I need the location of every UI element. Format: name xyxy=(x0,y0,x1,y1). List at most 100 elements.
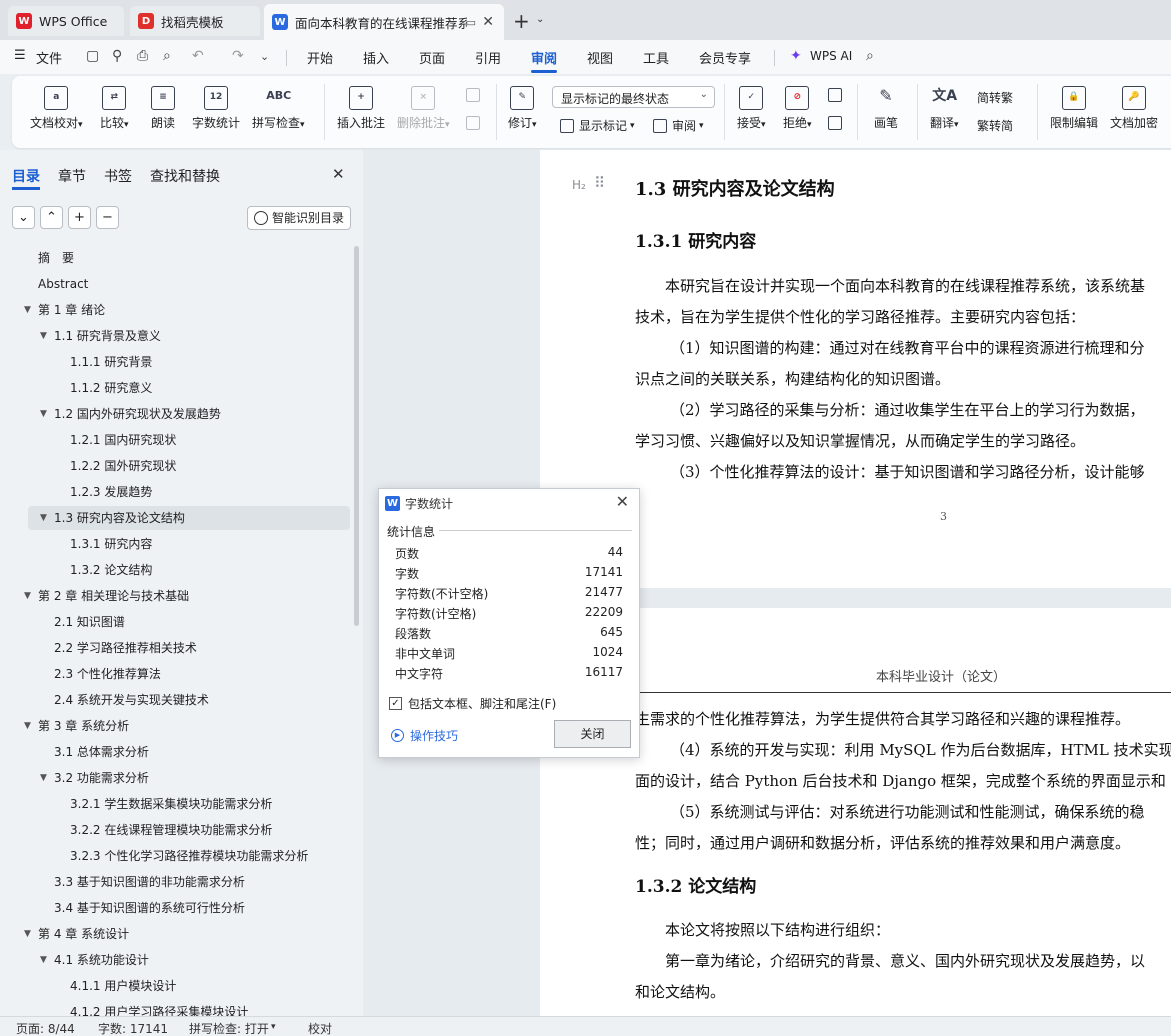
print-preview-icon[interactable]: ⌕ xyxy=(163,48,171,64)
include-textbox-checkbox[interactable]: ✓ 包括文本框、脚注和尾注(F) xyxy=(389,695,556,712)
toc-item[interactable]: 3.4 基于知识图谱的系统可行性分析 xyxy=(0,896,350,920)
expand-arrow-icon[interactable]: ▼ xyxy=(40,402,47,426)
toc-item[interactable]: ▼ 1.2 国内外研究现状及发展趋势 xyxy=(0,402,350,426)
tips-link[interactable]: ▶ 操作技巧 xyxy=(391,727,458,744)
toc-item[interactable]: ▼ 第 4 章 系统设计 xyxy=(0,922,350,946)
menu-home[interactable]: 开始 xyxy=(307,48,333,67)
heading-level-icon[interactable]: H₂ xyxy=(572,178,586,192)
toc-item[interactable]: 2.3 个性化推荐算法 xyxy=(0,662,350,686)
toc-item[interactable]: ▼ 1.1 研究背景及意义 xyxy=(0,324,350,348)
expand-arrow-icon[interactable]: ▼ xyxy=(40,324,47,348)
expand-arrow-icon[interactable]: ▼ xyxy=(40,948,47,972)
restrict-edit-button[interactable]: 🔒 限制编辑 xyxy=(1050,86,1098,131)
expand-arrow-icon[interactable]: ▼ xyxy=(24,298,31,322)
status-page[interactable]: 页面: 8/44 xyxy=(16,1020,75,1036)
compare-button[interactable]: ⇄ 比较▾ xyxy=(100,86,129,131)
toc-item[interactable]: 3.2.1 学生数据采集模块功能需求分析 xyxy=(0,792,350,816)
insert-comment-button[interactable]: + 插入批注 xyxy=(337,86,385,131)
hamburger-icon[interactable]: ☰ xyxy=(14,48,26,63)
toc-item[interactable]: 3.3 基于知识图谱的非功能需求分析 xyxy=(0,870,350,894)
menu-view[interactable]: 视图 xyxy=(587,48,613,67)
track-changes-button[interactable]: ✎ 修订▾ xyxy=(508,86,537,131)
collapse-down-button[interactable]: ⌄ xyxy=(12,206,35,229)
toc-item[interactable]: 1.2.1 国内研究现状 xyxy=(0,428,350,452)
collapse-up-button[interactable]: ⌃ xyxy=(40,206,63,229)
toc-item[interactable]: ▼ 1.3 研究内容及论文结构 xyxy=(28,506,350,530)
prev-change-button[interactable] xyxy=(828,88,847,102)
toc-item[interactable]: ▼ 第 3 章 系统分析 xyxy=(0,714,350,738)
status-word-count[interactable]: 字数: 17141 xyxy=(98,1020,168,1036)
menu-tools[interactable]: 工具 xyxy=(643,48,669,67)
close-button[interactable]: 关闭 xyxy=(554,720,631,748)
toc-item[interactable]: Abstract xyxy=(0,272,350,296)
toc-item[interactable]: 1.1.1 研究背景 xyxy=(0,350,350,374)
close-icon[interactable]: ✕ xyxy=(332,165,345,183)
word-count-button[interactable]: 12 字数统计 xyxy=(192,86,240,131)
display-mode-select[interactable]: 显示标记的最终状态 ⌄ xyxy=(552,86,715,108)
wps-ai-button[interactable]: WPS AI xyxy=(810,49,852,63)
reject-button[interactable]: ⊘ 拒绝▾ xyxy=(783,86,812,131)
print-icon[interactable]: ⎙ xyxy=(137,48,148,64)
new-tab-plus-icon[interactable]: + xyxy=(513,9,530,33)
nav-scrollbar[interactable] xyxy=(354,246,359,626)
save-icon[interactable]: ▢ xyxy=(86,48,99,64)
toc-item[interactable]: ▼ 4.1 系统功能设计 xyxy=(0,948,350,972)
chevron-down-icon[interactable]: ▾ xyxy=(271,1022,276,1032)
link-icon[interactable]: ⚲ xyxy=(112,48,122,64)
simplified-to-traditional-button[interactable]: 简转繁 xyxy=(977,89,1013,106)
expand-arrow-icon[interactable]: ▼ xyxy=(40,766,47,790)
close-icon[interactable]: ✕ xyxy=(616,492,629,511)
read-aloud-button[interactable]: ≡ 朗读 xyxy=(151,86,175,131)
expand-arrow-icon[interactable]: ▼ xyxy=(24,714,31,738)
toc-item[interactable]: 2.2 学习路径推荐相关技术 xyxy=(0,636,350,660)
translate-button[interactable]: 文A 翻译▾ xyxy=(930,86,959,131)
delete-comment-button[interactable]: × 删除批注▾ xyxy=(397,86,450,131)
toc-item[interactable]: 3.2.3 个性化学习路径推荐模块功能需求分析 xyxy=(0,844,350,868)
redo-icon[interactable]: ↷ xyxy=(232,48,244,64)
monitor-icon[interactable]: ▭ xyxy=(466,16,476,29)
drag-handle-icon[interactable]: ⠿ xyxy=(594,174,605,192)
remove-heading-button[interactable]: − xyxy=(96,206,119,229)
menu-page[interactable]: 页面 xyxy=(419,48,445,67)
menu-member[interactable]: 会员专享 xyxy=(699,48,751,67)
show-markup-button[interactable]: 显示标记 ▾ xyxy=(560,117,635,134)
toc-item[interactable]: 2.4 系统开发与实现关键技术 xyxy=(0,688,350,712)
expand-arrow-icon[interactable]: ▼ xyxy=(40,506,47,530)
toc-item[interactable]: 2.1 知识图谱 xyxy=(0,610,350,634)
spell-check-button[interactable]: ABC 拼写检查▾ xyxy=(252,86,305,131)
chevron-down-icon[interactable]: ⌄ xyxy=(260,50,269,63)
accept-button[interactable]: ✓ 接受▾ xyxy=(737,86,766,131)
next-change-button[interactable] xyxy=(828,116,847,130)
expand-arrow-icon[interactable]: ▼ xyxy=(24,922,31,946)
status-proofread[interactable]: 校对 xyxy=(308,1020,332,1036)
undo-icon[interactable]: ↶ xyxy=(192,48,204,64)
menu-insert[interactable]: 插入 xyxy=(363,48,389,67)
nav-tab-toc[interactable]: 目录 xyxy=(12,166,40,186)
nav-tab-sections[interactable]: 章节 xyxy=(58,166,86,186)
menu-references[interactable]: 引用 xyxy=(475,48,501,67)
toc-item[interactable]: 1.2.2 国外研究现状 xyxy=(0,454,350,478)
toc-item[interactable]: 3.2.2 在线课程管理模块功能需求分析 xyxy=(0,818,350,842)
wps-ai-icon[interactable]: ✦ xyxy=(790,48,802,64)
menu-file[interactable]: 文件 xyxy=(36,48,62,67)
toc-item[interactable]: 3.1 总体需求分析 xyxy=(0,740,350,764)
toc-item[interactable]: 摘 要 xyxy=(0,246,350,270)
encrypt-button[interactable]: 🔑 文档加密 xyxy=(1110,86,1158,131)
review-pane-button[interactable]: 审阅 ▾ xyxy=(653,117,704,134)
toc-item[interactable]: 4.1.1 用户模块设计 xyxy=(0,974,350,998)
tab-docer-templates[interactable]: D 找稻壳模板 xyxy=(130,6,260,36)
status-spell-check[interactable]: 拼写检查: 打开 xyxy=(189,1020,269,1036)
nav-tab-find-replace[interactable]: 查找和替换 xyxy=(150,166,220,186)
nav-tab-bookmarks[interactable]: 书签 xyxy=(104,166,132,186)
chevron-down-icon[interactable]: ⌄ xyxy=(536,14,544,25)
menu-review[interactable]: 审阅 xyxy=(531,48,557,67)
toc-item[interactable]: 1.3.1 研究内容 xyxy=(0,532,350,556)
toc-item[interactable]: 1.1.2 研究意义 xyxy=(0,376,350,400)
next-comment-button[interactable] xyxy=(466,116,485,130)
toc-item[interactable]: ▼ 第 2 章 相关理论与技术基础 xyxy=(0,584,350,608)
close-tab-icon[interactable]: ✕ xyxy=(482,14,494,30)
toc-item[interactable]: ▼ 3.2 功能需求分析 xyxy=(0,766,350,790)
tab-current-document[interactable]: W 面向本科教育的在线课程推荐系统 ▭ ✕ xyxy=(264,4,504,40)
expand-arrow-icon[interactable]: ▼ xyxy=(24,584,31,608)
toc-item[interactable]: ▼ 第 1 章 绪论 xyxy=(0,298,350,322)
